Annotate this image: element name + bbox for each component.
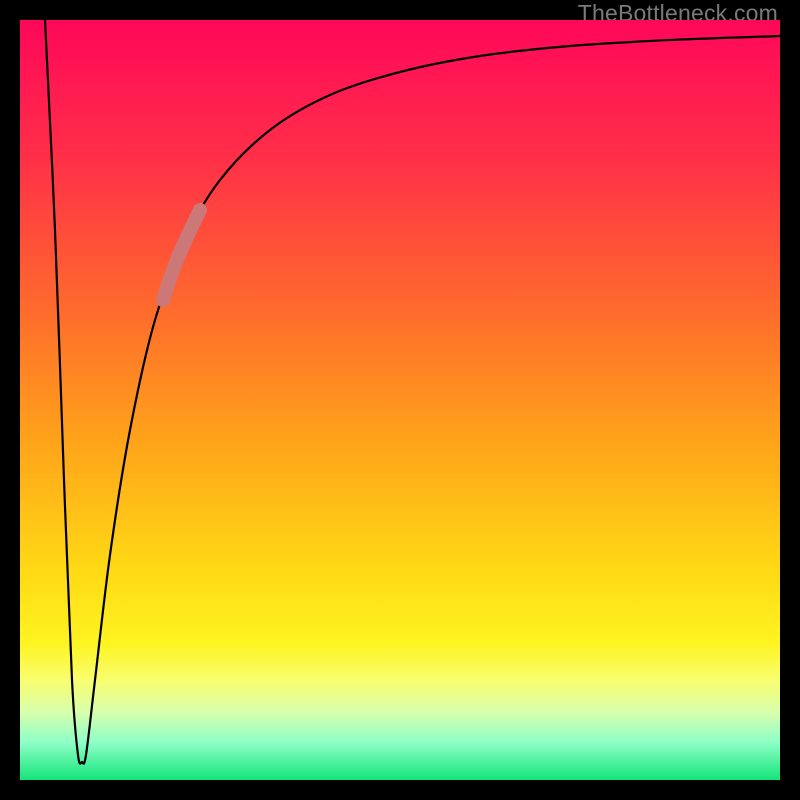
curve-layer: [20, 20, 780, 780]
highlight-segment: [163, 210, 200, 300]
bottleneck-curve: [45, 20, 780, 764]
plot-area: [20, 20, 780, 780]
chart-frame: TheBottleneck.com: [0, 0, 800, 800]
